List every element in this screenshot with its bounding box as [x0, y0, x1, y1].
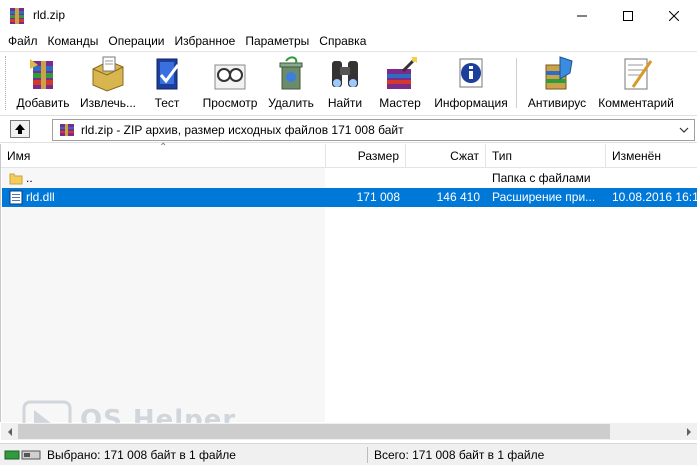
folder-icon — [9, 173, 23, 185]
column-type[interactable]: Тип — [486, 144, 606, 168]
toolbar-separator — [516, 58, 517, 108]
test-icon — [156, 58, 180, 90]
comment-button[interactable]: Комментарий — [596, 54, 676, 112]
add-button[interactable]: Добавить — [14, 54, 72, 112]
view-button[interactable]: Просмотр — [199, 54, 261, 112]
delete-button[interactable]: Удалить — [266, 54, 316, 112]
test-button[interactable]: Тест — [145, 54, 189, 112]
info-button-label: Информация — [434, 96, 508, 110]
close-icon — [669, 10, 679, 21]
menu-options[interactable]: Параметры — [240, 32, 314, 51]
extract-icon — [92, 56, 124, 92]
antivirus-button-label: Антивирус — [527, 96, 587, 110]
archive-icon — [60, 124, 74, 136]
test-button-label: Тест — [154, 96, 180, 110]
find-icon — [332, 61, 358, 87]
cell-name: .. — [26, 171, 33, 185]
delete-button-label: Удалить — [268, 96, 314, 110]
cell-name: rld.dll — [26, 190, 55, 204]
menu-help[interactable]: Справка — [314, 32, 371, 51]
status-selected: Выбрано: 171 008 байт в 1 файле — [47, 448, 236, 462]
view-icon — [214, 64, 246, 90]
scroll-left-button[interactable] — [1, 423, 18, 440]
up-folder-button[interactable] — [10, 120, 30, 138]
horizontal-scrollbar[interactable] — [1, 423, 697, 440]
address-text: rld.zip - ZIP архив, размер исходных фай… — [81, 123, 404, 137]
menu-operations[interactable]: Операции — [103, 32, 169, 51]
maximize-icon — [623, 10, 633, 21]
chevron-right-icon — [686, 427, 691, 436]
extract-button-label: Извлечь... — [79, 96, 136, 110]
cell-type: Папка с файлами — [492, 171, 591, 185]
file-list: ⌃ Имя Размер Сжат Тип Изменён .. Папка с… — [0, 142, 697, 422]
chevron-left-icon — [7, 427, 12, 436]
menu-file[interactable]: Файл — [3, 32, 43, 51]
table-row[interactable]: rld.dll 171 008 146 410 Расширение при..… — [2, 188, 697, 207]
cell-type: Расширение при... — [492, 190, 596, 204]
cell-packed: 146 410 — [436, 190, 480, 204]
status-divider — [367, 447, 368, 463]
winrar-icon — [10, 8, 24, 24]
delete-icon — [279, 56, 303, 90]
wizard-button[interactable]: Мастер — [377, 54, 423, 112]
close-button[interactable] — [651, 0, 697, 31]
cell-modified: 10.08.2016 16:10 — [612, 190, 697, 204]
antivirus-icon — [545, 56, 573, 90]
address-bar: rld.zip - ZIP архив, размер исходных фай… — [0, 115, 697, 143]
minimize-icon — [577, 15, 587, 16]
add-button-label: Добавить — [16, 96, 70, 110]
chevron-down-icon[interactable] — [678, 124, 690, 136]
column-name[interactable]: Имя — [1, 144, 326, 168]
window-title: rld.zip — [33, 8, 66, 22]
add-archive-icon — [30, 59, 53, 89]
toolbar: Добавить Извлечь... Тест Просмотр Удалит… — [0, 51, 697, 114]
dll-file-icon — [9, 190, 23, 205]
info-icon — [459, 58, 483, 88]
maximize-button[interactable] — [605, 0, 651, 31]
info-button[interactable]: Информация — [433, 54, 509, 112]
wizard-icon — [387, 57, 417, 89]
table-row[interactable]: .. Папка с файлами — [2, 169, 697, 188]
comment-button-label: Комментарий — [598, 96, 674, 110]
menu-favorites[interactable]: Избранное — [170, 32, 241, 51]
address-field[interactable]: rld.zip - ZIP архив, размер исходных фай… — [52, 119, 695, 141]
column-size[interactable]: Размер — [326, 144, 406, 168]
status-bar: Выбрано: 171 008 байт в 1 файле Всего: 1… — [0, 443, 697, 465]
column-packed[interactable]: Сжат — [406, 144, 486, 168]
minimize-button[interactable] — [559, 0, 605, 31]
extract-button[interactable]: Извлечь... — [77, 54, 139, 112]
status-total: Всего: 171 008 байт в 1 файле — [374, 448, 545, 462]
cell-size: 171 008 — [356, 190, 400, 204]
status-drive-icon — [4, 450, 41, 460]
find-button[interactable]: Найти — [325, 54, 365, 112]
menu-bar: Файл Команды Операции Избранное Параметр… — [0, 32, 697, 51]
menu-commands[interactable]: Команды — [43, 32, 104, 51]
wizard-button-label: Мастер — [379, 96, 421, 110]
antivirus-button[interactable]: Антивирус — [525, 54, 589, 112]
column-modified[interactable]: Изменён — [606, 144, 697, 168]
view-button-label: Просмотр — [202, 96, 258, 110]
comment-icon — [624, 58, 653, 90]
column-header: ⌃ Имя Размер Сжат Тип Изменён — [1, 142, 697, 168]
scroll-right-button[interactable] — [680, 423, 697, 440]
scroll-thumb[interactable] — [18, 424, 610, 439]
find-button-label: Найти — [327, 96, 363, 110]
toolbar-grip[interactable] — [5, 56, 8, 110]
title-bar: rld.zip — [0, 0, 697, 32]
up-arrow-icon — [15, 124, 25, 134]
